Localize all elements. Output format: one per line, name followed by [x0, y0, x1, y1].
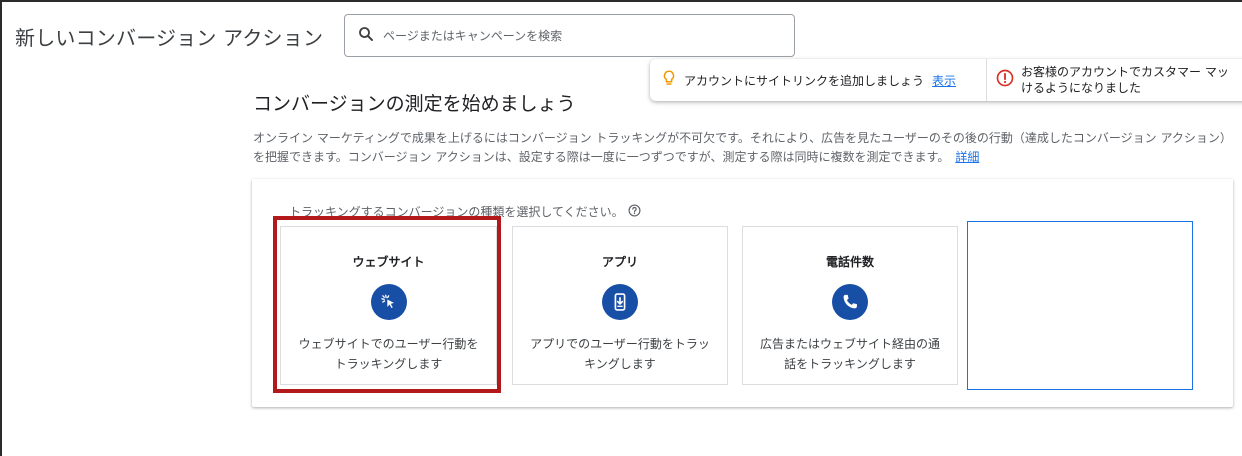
conversion-type-panel: トラッキングするコンバージョンの種類を選択してください。 ウェブサイト ウェブサ…	[252, 179, 1233, 407]
panel-label: トラッキングするコンバージョンの種類を選択してください。	[289, 203, 641, 220]
section-heading: コンバージョンの測定を始めましょう	[253, 93, 576, 115]
panel-label-text: トラッキングするコンバージョンの種類を選択してください。	[289, 205, 624, 219]
mobile-download-icon	[602, 284, 638, 320]
sitelink-view-link[interactable]: 表示	[932, 72, 956, 89]
card-description: ウェブサイトでのユーザー行動をトラッキングします	[298, 337, 479, 371]
app-frame: 新しいコンバージョン アクション アカウントにサイトリンクを追加しましょう 表示…	[0, 0, 1242, 456]
page-title: 新しいコンバージョン アクション	[15, 26, 324, 50]
section-description: オンライン マーケティングで成果を上げるにはコンバージョン トラッキングが不可欠…	[253, 129, 1233, 167]
customer-notification: お客様のアカウントでカスタマー マッ けるようになりました	[987, 59, 1229, 101]
search-box[interactable]	[344, 14, 795, 57]
customer-notification-text: お客様のアカウントでカスタマー マッ けるようになりました	[1021, 65, 1229, 95]
card-description: 広告またはウェブサイト経由の通話をトラッキングします	[759, 337, 940, 371]
search-input[interactable]	[383, 28, 783, 43]
phone-icon	[832, 284, 868, 320]
card-title: 電話件数	[825, 255, 874, 269]
blank-card[interactable]	[967, 221, 1193, 390]
cursor-click-icon	[370, 284, 407, 320]
sitelink-notification-text: アカウントにサイトリンクを追加しましょう	[684, 73, 925, 88]
error-icon	[995, 68, 1015, 92]
website-card[interactable]: ウェブサイト ウェブサイトでのユーザー行動をトラッキングします	[280, 226, 497, 385]
help-icon[interactable]	[624, 203, 641, 220]
phone-calls-card[interactable]: 電話件数 広告またはウェブサイト経由の通話をトラッキングします	[742, 226, 958, 385]
app-card[interactable]: アプリ アプリでのユーザー行動をトラッキングします	[512, 226, 728, 385]
card-title: ウェブサイト	[352, 255, 425, 269]
notification-bar: アカウントにサイトリンクを追加しましょう 表示 お客様のアカウントでカスタマー …	[650, 59, 1242, 101]
card-description: アプリでのユーザー行動をトラッキングします	[530, 337, 710, 371]
card-title: アプリ	[601, 255, 638, 269]
sitelink-notification: アカウントにサイトリンクを追加しましょう 表示	[650, 59, 987, 101]
lightbulb-icon	[660, 69, 678, 91]
description-text: オンライン マーケティングで成果を上げるにはコンバージョン トラッキングが不可欠…	[253, 131, 1232, 164]
search-icon	[357, 25, 375, 47]
learn-more-link[interactable]: 詳細	[955, 150, 979, 164]
